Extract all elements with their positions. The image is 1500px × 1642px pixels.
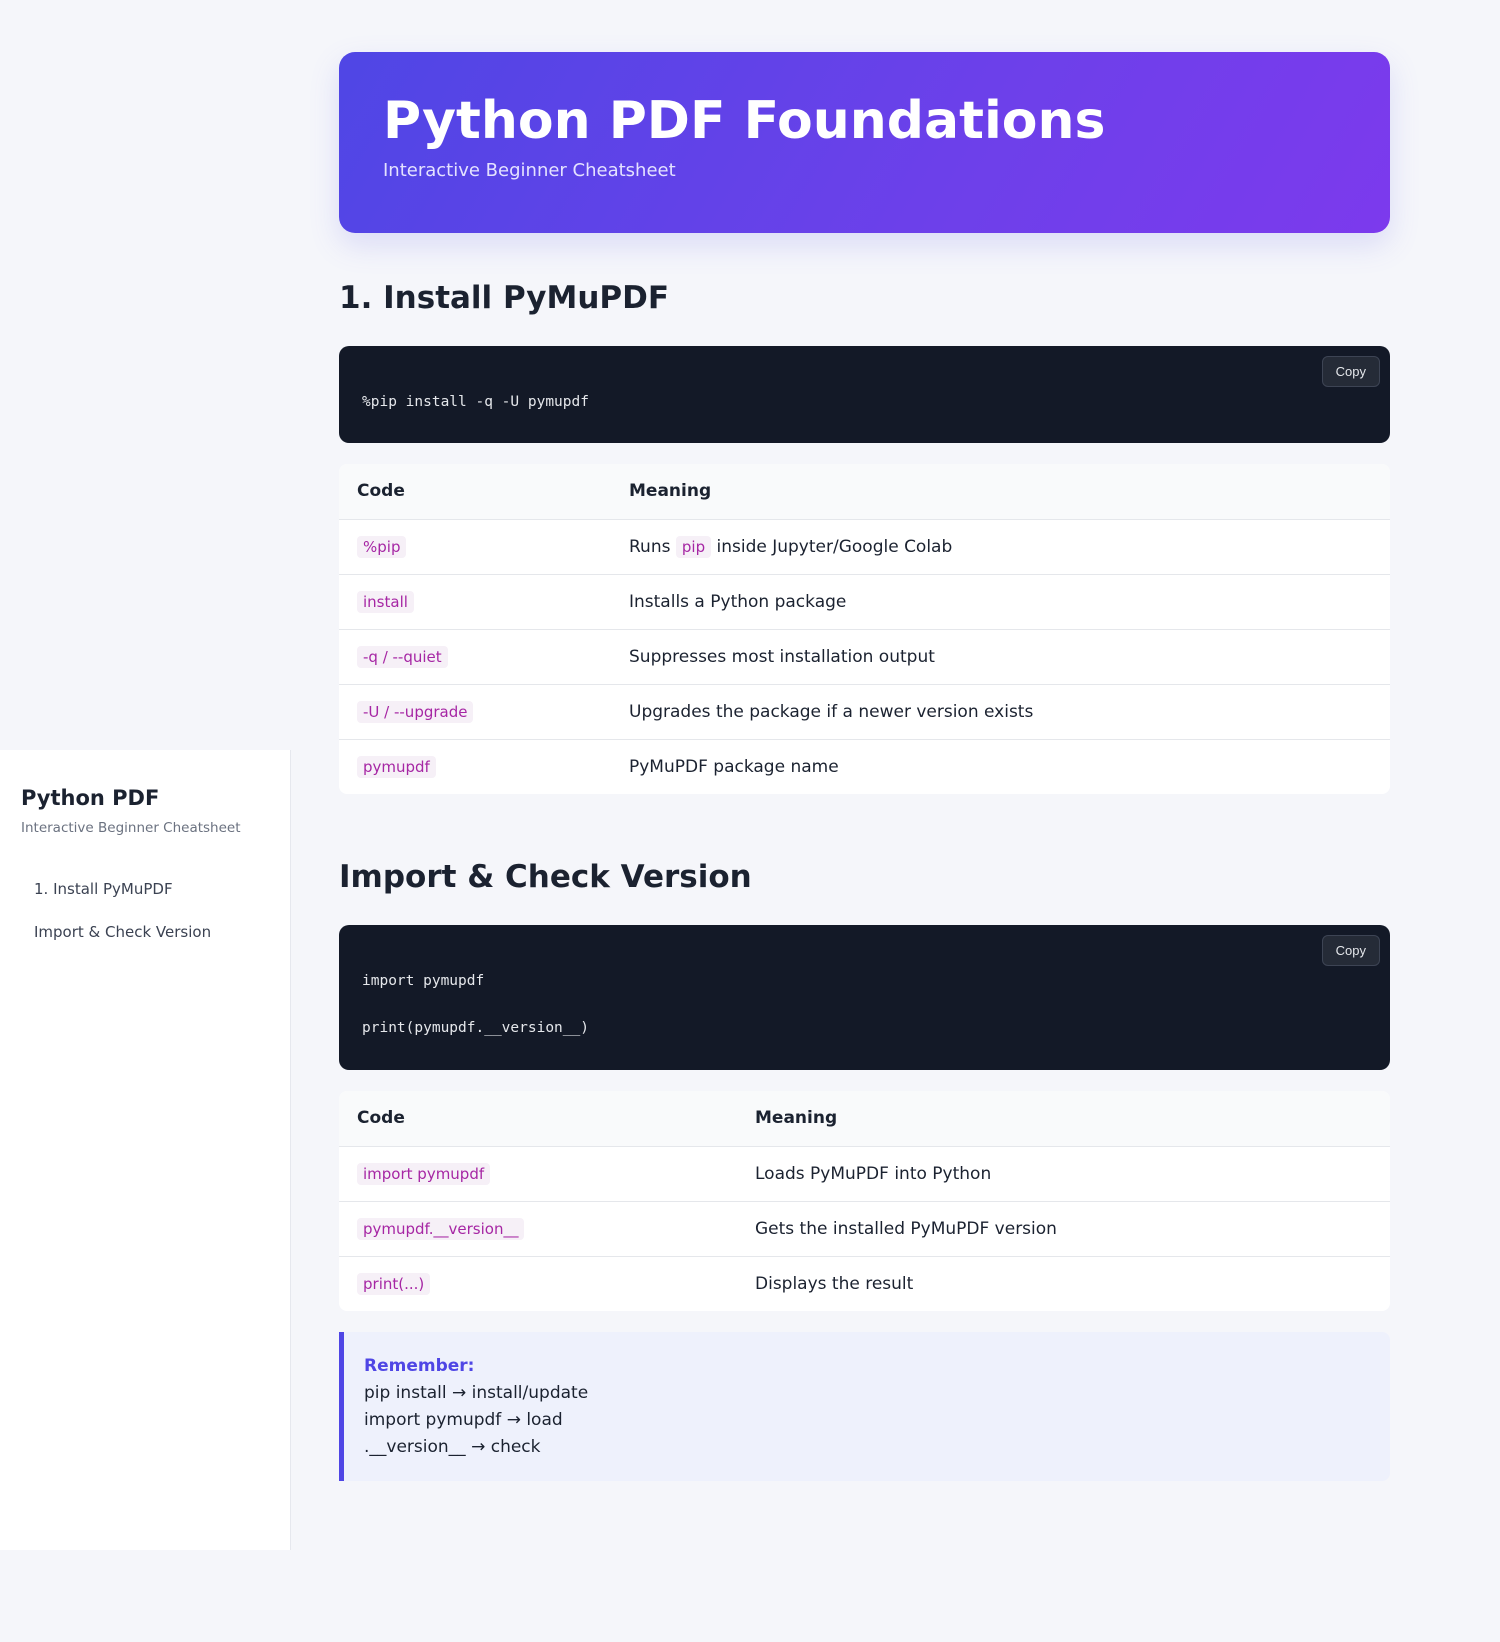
meaning-text: Runs (629, 536, 671, 557)
meaning-cell: Installs a Python package (611, 574, 1390, 630)
code-line: import pymupdf (362, 973, 485, 989)
section-import: Import & Check Version Copy import pymup… (339, 859, 1390, 1481)
table-row: import pymupdf Loads PyMuPDF into Python (339, 1146, 1390, 1202)
code-chip: pip (675, 535, 712, 558)
code-chip: install (357, 590, 414, 613)
section-heading: Import & Check Version (339, 859, 752, 895)
table-row: -U / --upgrade Upgrades the package if a… (339, 684, 1390, 740)
sidebar-item-import[interactable]: Import & Check Version (21, 913, 269, 951)
callout-line: pip install → install/update (364, 1383, 589, 1403)
code-chip: %pip (357, 535, 407, 558)
sidebar-item-install[interactable]: 1. Install PyMuPDF (21, 870, 269, 908)
meaning-cell: PyMuPDF package name (629, 756, 839, 777)
code-block: Copy %pip install -q -U pymupdf (339, 346, 1390, 443)
reference-table: Code Meaning import pymupdf Loads PyMuPD… (339, 1091, 1390, 1311)
sidebar: Python PDF Interactive Beginner Cheatshe… (0, 750, 291, 1550)
meaning-text: inside Jupyter/Google Colab (716, 536, 953, 557)
meaning-cell: Loads PyMuPDF into Python (737, 1146, 1390, 1202)
column-header-meaning: Meaning (737, 1091, 1390, 1147)
code-chip: -U / --upgrade (357, 700, 474, 723)
table-header-row: Code Meaning (339, 464, 1390, 520)
code-chip: import pymupdf (357, 1162, 491, 1185)
table-row: %pip Runs pip inside Jupyter/Google Cola… (339, 519, 1390, 575)
code-line: print(pymupdf.__version__) (362, 1020, 589, 1036)
code-line: %pip install -q -U pymupdf (362, 394, 589, 410)
code-chip: pymupdf.__version__ (357, 1217, 525, 1240)
page-subtitle: Interactive Beginner Cheatsheet (383, 160, 676, 181)
copy-button[interactable]: Copy (1321, 935, 1380, 966)
column-header-code: Code (339, 1091, 737, 1147)
code-block: Copy import pymupdf print(pymupdf.__vers… (339, 925, 1390, 1070)
column-header-code: Code (339, 464, 611, 520)
sidebar-nav: 1. Install PyMuPDF Import & Check Versio… (21, 870, 269, 951)
meaning-cell: Gets the installed PyMuPDF version (737, 1201, 1390, 1257)
meaning-cell: Suppresses most installation output (611, 629, 1390, 685)
callout-title: Remember: (364, 1356, 475, 1376)
hero-banner: Python PDF Foundations Interactive Begin… (339, 52, 1390, 233)
code-chip: print(...) (357, 1272, 431, 1295)
meaning-cell: Upgrades the package if a newer version … (611, 684, 1390, 740)
sidebar-title: Python PDF (21, 786, 160, 810)
sidebar-subtitle: Interactive Beginner Cheatsheet (21, 820, 241, 836)
copy-button[interactable]: Copy (1321, 356, 1380, 387)
callout-line: .__version__ → check (364, 1437, 541, 1457)
reference-table: Code Meaning %pip Runs pip inside Jupyte… (339, 464, 1390, 794)
code-chip: -q / --quiet (357, 645, 448, 668)
table-row: pymupdf.__version__ Gets the installed P… (339, 1201, 1390, 1257)
section-heading: 1. Install PyMuPDF (339, 280, 670, 316)
table-row: pymupdf PyMuPDF package name (339, 739, 1390, 794)
main-content: Python PDF Foundations Interactive Begin… (339, 52, 1390, 1481)
table-row: -q / --quiet Suppresses most installatio… (339, 629, 1390, 685)
meaning-cell: Runs pip inside Jupyter/Google Colab (611, 519, 1390, 575)
column-header-meaning: Meaning (611, 464, 1390, 520)
table-row: install Installs a Python package (339, 574, 1390, 630)
page-title: Python PDF Foundations (383, 91, 1106, 151)
section-install: 1. Install PyMuPDF Copy %pip install -q … (339, 280, 1390, 794)
code-chip: pymupdf (357, 755, 436, 778)
callout-line: import pymupdf → load (364, 1410, 563, 1430)
table-header-row: Code Meaning (339, 1091, 1390, 1147)
meaning-cell: Displays the result (755, 1273, 914, 1294)
table-row: print(...) Displays the result (339, 1256, 1390, 1311)
remember-callout: Remember: pip install → install/update i… (339, 1332, 1390, 1481)
